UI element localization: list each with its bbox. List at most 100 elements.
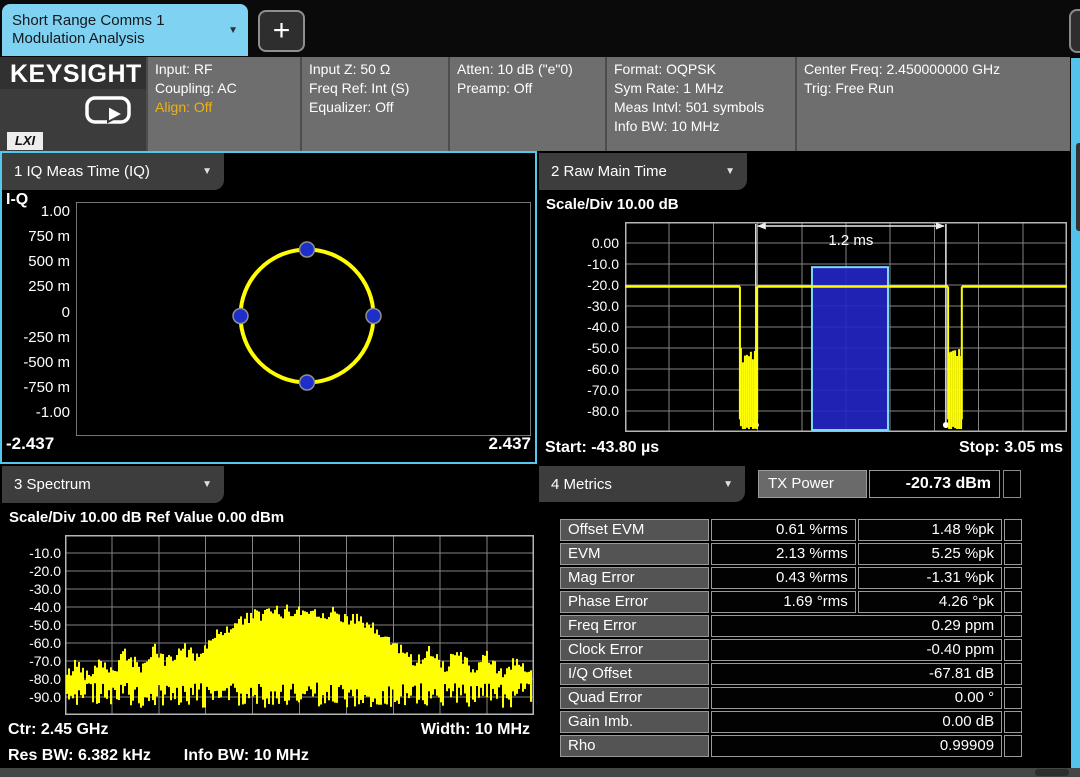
metric-trailing-cell — [1004, 735, 1022, 757]
metrics-row: Gain Imb.0.00 dB — [560, 711, 1022, 733]
info-bw-label: Info BW: 10 MHz — [184, 747, 309, 764]
y-axis-tick: -40.0 — [543, 318, 619, 336]
y-axis-tick: -750 m — [6, 379, 70, 397]
metric-label: Clock Error — [560, 639, 709, 661]
tx-power-label: TX Power — [758, 470, 867, 498]
metric-label: Rho — [560, 735, 709, 757]
constellation-point — [233, 309, 248, 324]
metrics-row: I/Q Offset-67.81 dB — [560, 663, 1022, 685]
chevron-down-icon: ▼ — [709, 479, 733, 490]
y-axis-tick: -20.0 — [543, 276, 619, 294]
x-start-label: Start: -43.80 µs — [545, 439, 659, 457]
y-axis-tick: 750 m — [6, 228, 70, 246]
metric-trailing-cell — [1004, 567, 1022, 589]
tab-label-line1: Short Range Comms 1 — [12, 12, 165, 30]
keysight-logo-block: KEYSIGHT LXI — [0, 57, 146, 151]
metric-value: 0.00 dB — [711, 711, 1002, 733]
window-title-dropdown-metrics[interactable]: 4 Metrics ▼ — [539, 466, 745, 502]
keysight-logo: KEYSIGHT — [0, 57, 146, 89]
span-width-label: Width: 10 MHz — [330, 721, 530, 739]
adjacent-window-button — [1076, 143, 1080, 231]
metric-peak-value: -1.31 %pk — [858, 567, 1002, 589]
chevron-down-icon: ▼ — [188, 166, 212, 177]
header-setting: Input Z: 50 Ω — [309, 60, 448, 79]
header-setting: Input: RF — [155, 60, 300, 79]
metrics-row: Freq Error0.29 ppm — [560, 615, 1022, 637]
settings-header: KEYSIGHT LXI Input: RFCoupling: ACAlign:… — [0, 57, 1070, 151]
metric-trailing-cell — [1004, 663, 1022, 685]
window-title: 2 Raw Main Time — [551, 163, 667, 180]
window-title-dropdown-iq[interactable]: 1 IQ Meas Time (IQ) ▼ — [2, 153, 224, 190]
metric-label: EVM — [560, 543, 709, 565]
y-axis-tick: -500 m — [6, 354, 70, 372]
header-setting: Meas Intvl: 501 symbols — [614, 98, 795, 117]
y-axis-tick: 0 — [6, 304, 70, 322]
metrics-row: Mag Error0.43 %rms-1.31 %pk — [560, 567, 1022, 589]
metric-trailing-cell — [1004, 639, 1022, 661]
header-column-4[interactable]: Format: OQPSKSym Rate: 1 MHzMeas Intvl: … — [605, 57, 795, 151]
y-axis-tick: -50.0 — [6, 616, 61, 634]
metric-trailing-cell — [1004, 711, 1022, 733]
y-axis-tick: -60.0 — [543, 360, 619, 378]
measurement-interval-selection — [812, 267, 888, 430]
y-axis-tick: 250 m — [6, 278, 70, 296]
panel-metrics[interactable]: 4 Metrics ▼ TX Power -20.73 dBm Offset E… — [539, 466, 1069, 766]
burst-duration-label: 1.2 ms — [828, 232, 873, 249]
constellation-point — [300, 242, 315, 257]
header-column-1[interactable]: Input: RFCoupling: ACAlign: Off — [146, 57, 300, 151]
metric-label: Phase Error — [560, 591, 709, 613]
y-axis-tick: -1.00 — [6, 404, 70, 422]
tab-bar: Short Range Comms 1 Modulation Analysis … — [0, 0, 1080, 57]
chevron-down-icon: ▼ — [188, 479, 212, 490]
header-column-3[interactable]: Atten: 10 dB ("e"0)Preamp: Off — [448, 57, 605, 151]
header-setting: Equalizer: Off — [309, 98, 448, 117]
metric-value: -0.40 ppm — [711, 639, 1002, 661]
metric-rms-value: 0.61 %rms — [711, 519, 855, 541]
bottom-status-strip — [0, 768, 1080, 777]
logo-strip: KEYSIGHT — [0, 57, 146, 89]
chevron-down-icon: ▼ — [711, 166, 735, 177]
y-axis-tick: 1.00 — [6, 203, 70, 221]
metrics-row: Rho0.99909 — [560, 735, 1022, 757]
metric-trailing-cell — [1004, 519, 1022, 541]
add-tab-button[interactable]: + — [258, 10, 305, 52]
tab-label-line2: Modulation Analysis — [12, 30, 165, 48]
metric-label: Quad Error — [560, 687, 709, 709]
tx-power-value: -20.73 dBm — [869, 470, 1000, 498]
y-axis-tick: -10.0 — [6, 544, 61, 562]
y-axis-tick: -80.0 — [543, 402, 619, 420]
screen-mirror-icon — [84, 95, 132, 127]
iq-constellation-display[interactable] — [76, 202, 531, 436]
metrics-row: Offset EVM0.61 %rms1.48 %pk — [560, 519, 1022, 541]
clipped-corner-button[interactable] — [1069, 9, 1080, 53]
metric-rms-value: 0.43 %rms — [711, 567, 855, 589]
y-axis-tick: -20.0 — [6, 562, 61, 580]
header-setting: Format: OQPSK — [614, 60, 795, 79]
header-column-2[interactable]: Input Z: 50 ΩFreq Ref: Int (S)Equalizer:… — [300, 57, 448, 151]
panel-iq-meas-time[interactable]: 1 IQ Meas Time (IQ) ▼ I-Q -2.437 2.437 1… — [2, 153, 535, 462]
panel-spectrum[interactable]: 3 Spectrum ▼ Scale/Div 10.00 dB Ref Valu… — [2, 466, 535, 766]
header-column-5[interactable]: Center Freq: 2.450000000 GHzTrig: Free R… — [795, 57, 1063, 151]
metric-value: 0.99909 — [711, 735, 1002, 757]
header-setting: Atten: 10 dB ("e"0) — [457, 60, 605, 79]
metric-peak-value: 1.48 %pk — [858, 519, 1002, 541]
spectrum-display[interactable] — [65, 535, 534, 715]
analyzer-screen: Short Range Comms 1 Modulation Analysis … — [0, 0, 1080, 777]
header-setting: Sym Rate: 1 MHz — [614, 79, 795, 98]
metrics-row: Phase Error1.69 °rms4.26 °pk — [560, 591, 1022, 613]
metric-label: Mag Error — [560, 567, 709, 589]
y-axis-tick: -50.0 — [543, 339, 619, 357]
window-title-dropdown-rawtime[interactable]: 2 Raw Main Time ▼ — [539, 153, 747, 190]
constellation-point — [300, 375, 315, 390]
x-min-label: -2.437 — [6, 434, 54, 454]
raw-main-time-display[interactable]: 1.2 ms — [625, 222, 1067, 432]
metrics-row: Quad Error0.00 ° — [560, 687, 1022, 709]
window-title: 1 IQ Meas Time (IQ) — [14, 163, 150, 180]
tab-short-range-comms[interactable]: Short Range Comms 1 Modulation Analysis … — [2, 4, 248, 56]
bandwidth-line: Res BW: 6.382 kHz Info BW: 10 MHz — [8, 747, 309, 765]
window-title: 4 Metrics — [551, 476, 612, 493]
header-settings-columns: Input: RFCoupling: ACAlign: OffInput Z: … — [146, 57, 1070, 151]
panel-raw-main-time[interactable]: 2 Raw Main Time ▼ Scale/Div 10.00 dB Sta… — [539, 153, 1069, 462]
y-axis-tick: -30.0 — [6, 580, 61, 598]
window-title-dropdown-spectrum[interactable]: 3 Spectrum ▼ — [2, 466, 224, 503]
